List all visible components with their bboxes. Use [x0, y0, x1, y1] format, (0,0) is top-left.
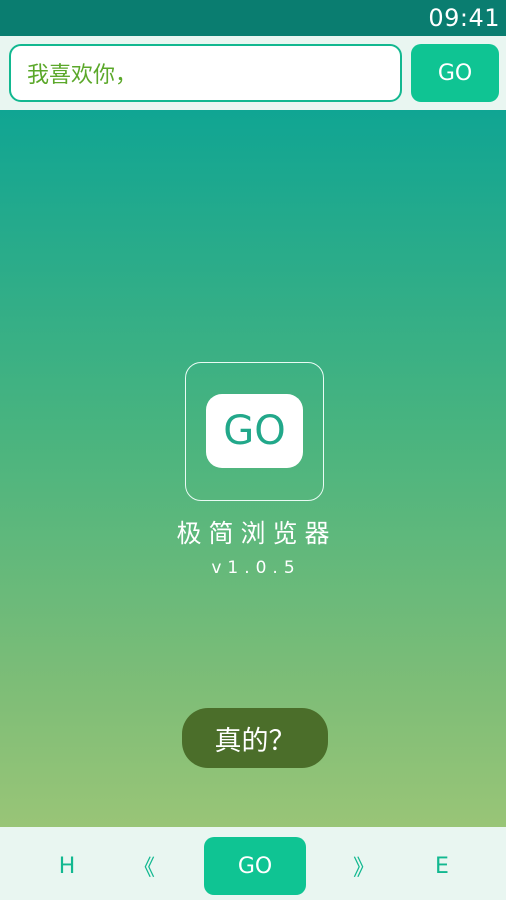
bottom-go-button[interactable]: GO — [204, 837, 306, 895]
app-version: v1.0.5 — [211, 558, 301, 578]
logo-badge: GO — [206, 394, 303, 468]
end-button[interactable]: E — [400, 837, 484, 895]
back-button[interactable]: 《 — [102, 837, 186, 895]
bottom-nav: H 《 GO 》 E — [0, 827, 506, 900]
status-bar: 09:41 — [0, 0, 506, 36]
go-button[interactable]: GO — [411, 44, 499, 102]
app-name: 极简浏览器 — [176, 519, 337, 548]
app-logo: GO — [185, 362, 324, 501]
home-button[interactable]: H — [25, 837, 109, 895]
logo-text: GO — [223, 408, 286, 454]
toast-message: 真的？ — [182, 708, 328, 768]
forward-button[interactable]: 》 — [322, 837, 406, 895]
url-input[interactable] — [9, 44, 402, 102]
home-screen: GO 极简浏览器 v1.0.5 真的？ — [0, 110, 506, 827]
address-bar: GO — [0, 36, 506, 110]
status-time: 09:41 — [428, 4, 500, 32]
